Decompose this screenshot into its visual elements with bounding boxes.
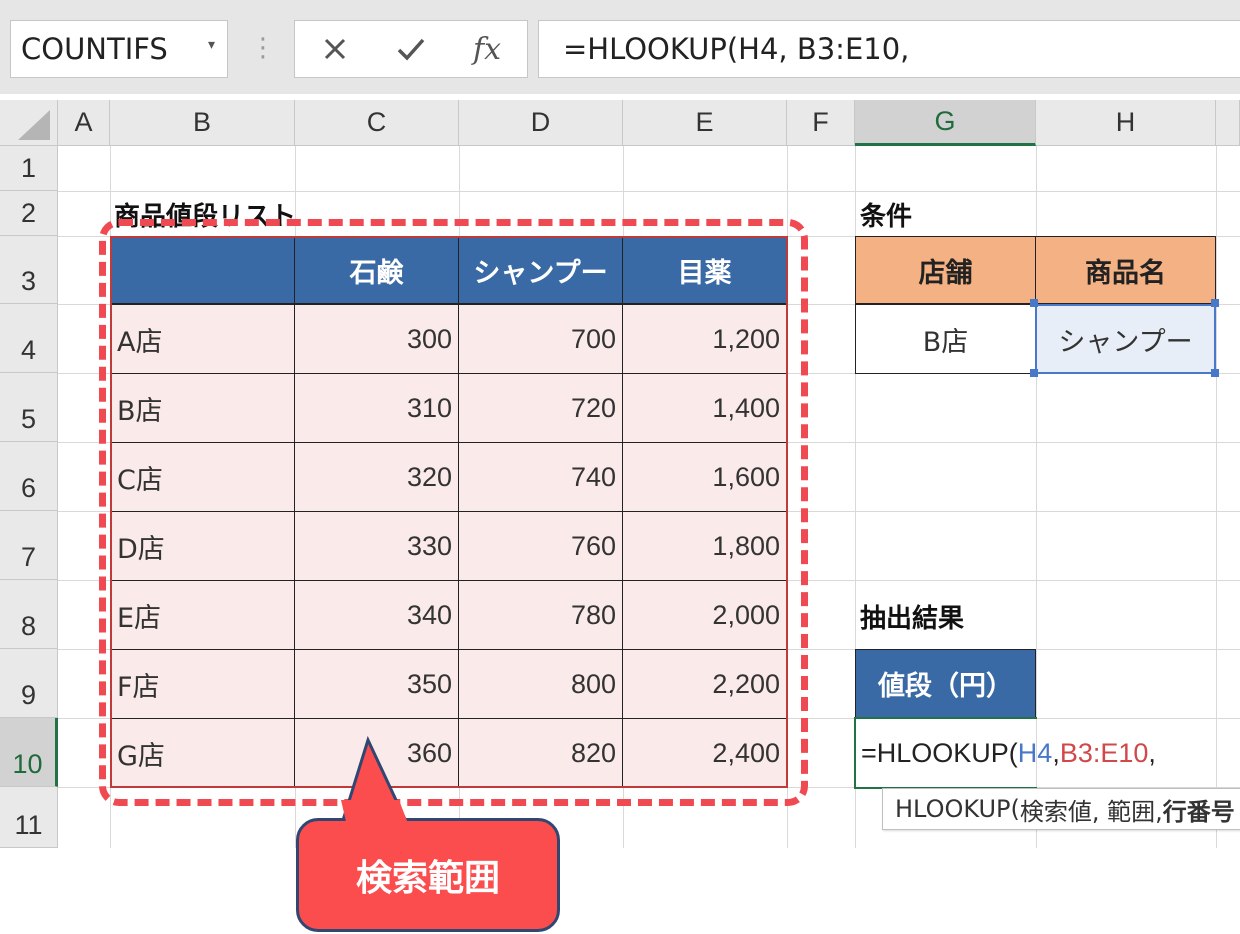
formula-sep: , (1052, 737, 1060, 768)
row-header-2[interactable]: 2 (0, 191, 58, 236)
tooltip-args: 検索値, 範囲, (1019, 797, 1163, 826)
more-options-icon[interactable]: ⋮ (250, 30, 276, 70)
search-range-annotation (99, 219, 808, 806)
condition-product-value[interactable]: シャンプー (1035, 304, 1216, 374)
formula-buttons: fx (294, 20, 528, 78)
below-grid (0, 848, 1240, 934)
enter-icon[interactable] (381, 21, 441, 77)
column-header-g[interactable]: G (855, 100, 1036, 146)
result-title: 抽出結果 (860, 603, 965, 634)
column-header-d[interactable]: D (459, 100, 623, 146)
column-header-f[interactable]: F (787, 100, 855, 146)
row-header-6[interactable]: 6 (0, 442, 58, 511)
name-box[interactable]: COUNTIFS ▾ (10, 20, 228, 78)
row-header-11[interactable]: 11 (0, 787, 58, 848)
tooltip-func[interactable]: HLOOKUP( (895, 795, 1020, 823)
column-header-h[interactable]: H (1036, 100, 1216, 146)
column-header-a[interactable]: A (58, 100, 110, 146)
callout-joint (341, 800, 409, 826)
chevron-down-icon[interactable]: ▾ (208, 37, 215, 53)
range-handle[interactable] (1030, 369, 1038, 377)
active-cell-border (854, 717, 1037, 789)
condition-header-store[interactable]: 店舗 (855, 236, 1036, 304)
gridline (58, 191, 1240, 192)
range-handle[interactable] (1211, 369, 1219, 377)
formula-input[interactable]: =HLOOKUP(H4, B3:E10, (538, 20, 1240, 78)
function-tooltip[interactable]: HLOOKUP(検索値, 範囲, 行番号 (882, 788, 1240, 830)
formula-ref-range: B3:E10 (1059, 737, 1149, 768)
row-header-1[interactable]: 1 (0, 146, 58, 191)
select-all-icon[interactable] (0, 100, 58, 146)
insert-function-icon[interactable]: fx (457, 21, 517, 77)
row-header-5[interactable]: 5 (0, 373, 58, 442)
row-header-9[interactable]: 9 (0, 649, 58, 718)
row-header-7[interactable]: 7 (0, 511, 58, 580)
conditions-title: 条件 (860, 201, 913, 232)
range-handle[interactable] (1030, 299, 1038, 307)
row-header-8[interactable]: 8 (0, 580, 58, 649)
row-header-4[interactable]: 4 (0, 304, 58, 373)
search-range-callout: 検索範囲 (296, 818, 560, 932)
column-header-c[interactable]: C (295, 100, 459, 146)
column-header-e[interactable]: E (623, 100, 787, 146)
row-header-10[interactable]: 10 (0, 718, 58, 787)
cancel-icon[interactable] (305, 21, 365, 77)
range-handle[interactable] (1211, 299, 1219, 307)
column-header-b[interactable]: B (110, 100, 295, 146)
result-header[interactable]: 値段（円） (855, 649, 1036, 718)
column-header-i[interactable] (1216, 100, 1240, 146)
row-header-3[interactable]: 3 (0, 236, 58, 304)
condition-header-product[interactable]: 商品名 (1035, 236, 1216, 304)
name-box-value: COUNTIFS (21, 32, 168, 66)
condition-store-value[interactable]: B店 (855, 304, 1036, 374)
formula-sep2: , (1148, 737, 1156, 768)
tooltip-current-arg: 行番号 (1162, 797, 1235, 826)
